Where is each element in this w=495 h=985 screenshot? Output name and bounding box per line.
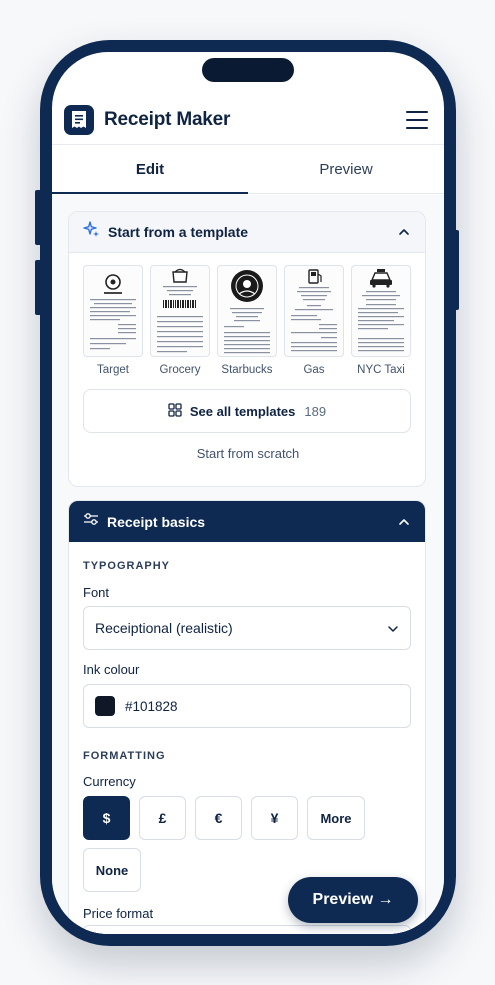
gas-receipt-thumbnail [284,265,344,357]
template-card: Start from a template Target Grocery Sta… [68,211,426,487]
taxi-receipt-thumbnail [351,265,411,357]
sparkle-icon [83,221,100,243]
template-count: 189 [304,403,327,419]
ink-colour-label: Ink colour [83,662,140,677]
receipt-logo-icon[interactable] [64,105,94,135]
ink-colour-value: #101828 [125,698,178,714]
phone-screen: Receipt Maker Edit Preview Start from a … [52,52,444,934]
template-label: Target [97,364,129,376]
font-select-value: Receiptional (realistic) [95,620,233,636]
template-starbucks[interactable]: Starbucks [217,265,277,376]
app-header: Receipt Maker [52,94,444,146]
chevron-down-icon [387,620,399,636]
editor-content[interactable]: Start from a template Target Grocery Sta… [52,195,444,934]
currency-label: Currency [83,774,136,789]
formatting-section-label: FORMATTING [83,750,166,762]
chevron-up-icon[interactable] [397,225,411,239]
editor-tabs: Edit Preview [52,144,444,194]
hamburger-menu-icon[interactable] [406,111,428,129]
font-label: Font [83,585,110,600]
template-card-header[interactable]: Start from a template [69,212,425,253]
currency-none-button[interactable]: None [83,848,141,892]
app-title: Receipt Maker [104,109,231,130]
template-label: Gas [303,364,325,376]
dynamic-island [202,58,294,82]
grocery-receipt-thumbnail [150,265,210,357]
template-card-title: Start from a template [108,224,249,240]
receipt-basics-card: Receipt basics TYPOGRAPHY Font Receiptio… [68,500,426,934]
price-format-select[interactable] [83,925,411,934]
see-all-label: See all templates [189,403,296,419]
preview-fab-button[interactable]: Preview → [288,877,418,923]
currency-euro-button[interactable]: € [195,796,242,840]
currency-dollar-button[interactable]: $ [83,796,130,840]
tab-edit[interactable]: Edit [52,145,248,194]
chevron-up-icon[interactable] [397,515,411,529]
typography-section-label: TYPOGRAPHY [83,560,171,572]
template-label: Grocery [159,364,201,376]
currency-options-row-2: None [83,848,141,892]
ink-colour-swatch[interactable] [95,696,115,716]
currency-pound-button[interactable]: £ [139,796,186,840]
template-label: NYC Taxi [357,364,405,376]
template-target[interactable]: Target [83,265,143,376]
tab-preview[interactable]: Preview [248,145,444,193]
template-label: Starbucks [221,364,273,376]
target-receipt-thumbnail [83,265,143,357]
start-from-scratch-link[interactable]: Start from scratch [69,446,425,461]
ink-colour-input[interactable]: #101828 [83,684,411,728]
template-nyc-taxi[interactable]: NYC Taxi [351,265,411,376]
currency-yen-button[interactable]: ¥ [251,796,298,840]
currency-options: $ £ € ¥ More [83,796,365,840]
receipt-basics-header[interactable]: Receipt basics [69,501,425,542]
starbucks-receipt-thumbnail [217,265,277,357]
see-all-templates-button[interactable]: See all templates 189 [83,389,411,433]
template-grocery[interactable]: Grocery [150,265,210,376]
font-select[interactable]: Receiptional (realistic) [83,606,411,650]
sliders-icon [83,512,99,531]
template-thumbnails: Target Grocery Starbucks Gas NYC Taxi [83,265,411,376]
price-format-label: Price format [83,906,154,921]
receipt-basics-title: Receipt basics [107,513,206,530]
grid-icon [168,402,182,420]
template-gas[interactable]: Gas [284,265,344,376]
currency-more-button[interactable]: More [307,796,365,840]
